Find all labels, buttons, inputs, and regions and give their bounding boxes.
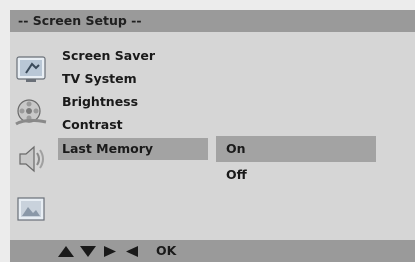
navigation-footer: OK [10, 240, 415, 262]
menu-item-tv-system[interactable]: TV System [58, 68, 208, 90]
menu-item-label: Last Memory [62, 141, 154, 156]
menu-item-label: Contrast [62, 117, 123, 132]
menu-item-last-memory[interactable]: Last Memory [58, 138, 208, 160]
speaker-icon[interactable] [14, 142, 48, 176]
down-arrow-icon [80, 246, 96, 257]
menu-item-contrast[interactable]: Contrast [58, 114, 208, 136]
option-off[interactable]: Off [216, 162, 376, 188]
screen-setup-header: -- Screen Setup -- [10, 10, 415, 32]
right-arrow-icon [104, 246, 116, 257]
menu-item-label: Brightness [62, 94, 139, 109]
menu-item-label: TV System [62, 71, 137, 86]
settings-panel: Screen Saver TV System Brightness Contra… [10, 32, 415, 240]
left-arrow-icon [126, 246, 138, 257]
navigation-arrows [58, 246, 138, 257]
menu-item-brightness[interactable]: Brightness [58, 91, 208, 113]
menu-item-label: Screen Saver [62, 48, 156, 63]
option-label: On [226, 141, 246, 156]
option-label: Off [226, 167, 247, 182]
picture-icon[interactable] [14, 192, 48, 226]
page-title: -- Screen Setup -- [18, 13, 142, 28]
monitor-icon[interactable] [14, 52, 48, 86]
up-arrow-icon [58, 246, 74, 257]
menu-item-screen-saver[interactable]: Screen Saver [58, 45, 208, 67]
option-on[interactable]: On [216, 136, 376, 162]
ok-label: OK [156, 243, 177, 258]
film-reel-icon[interactable] [14, 96, 48, 130]
